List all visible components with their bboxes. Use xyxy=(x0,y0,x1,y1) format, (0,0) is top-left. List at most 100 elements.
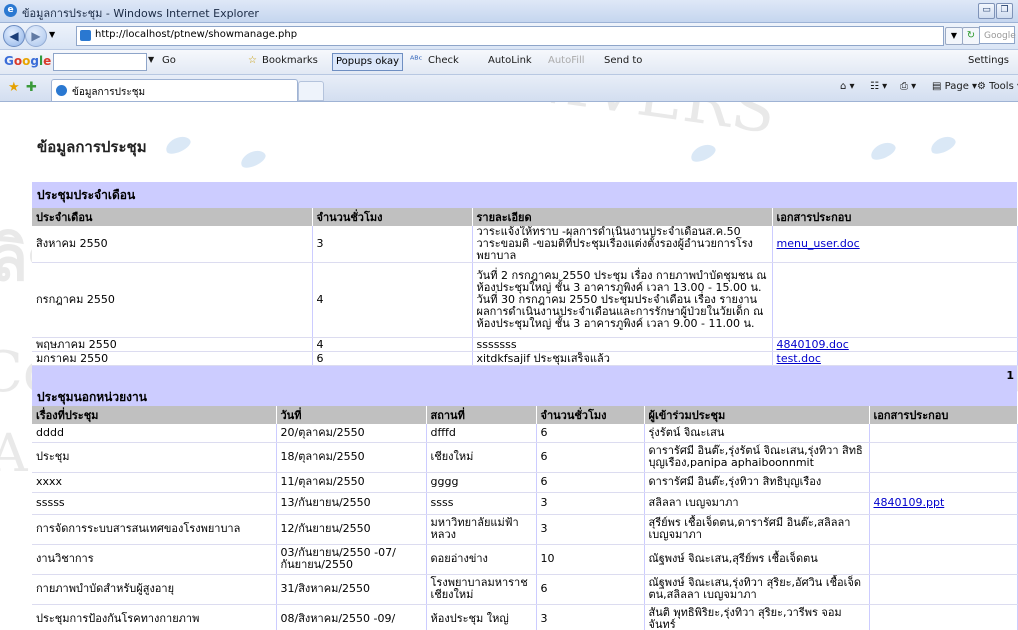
watermark-drop xyxy=(868,139,898,163)
place-cell: ดอยอ่างข่าง xyxy=(426,544,537,575)
column-header: เอกสารประกอบ xyxy=(772,208,1018,226)
attendees-cell: รุ่งรัตน์ จิณะเสน xyxy=(644,424,870,443)
google-search-dropdown-icon[interactable]: ▼ xyxy=(148,55,154,64)
document-cell: test.doc xyxy=(772,351,1018,366)
column-header: เอกสารประกอบ xyxy=(869,406,1018,424)
check-button[interactable]: Check xyxy=(428,55,459,66)
date-cell: 18/ตุลาคม/2550 xyxy=(276,442,427,473)
search-input[interactable]: Google xyxy=(979,26,1016,44)
new-tab-button[interactable] xyxy=(298,81,324,101)
autofill-button[interactable]: AutoFill xyxy=(548,55,585,66)
document-link[interactable]: menu_user.doc xyxy=(777,237,860,250)
document-cell: 4840109.ppt xyxy=(869,492,1018,515)
home-icon[interactable]: ⌂ ▾ xyxy=(840,81,855,92)
watermark-arc: MAI UNIVERS xyxy=(297,102,780,149)
forward-button[interactable]: ▶ xyxy=(25,25,47,47)
watermark-drop xyxy=(238,147,268,171)
feeds-icon[interactable]: ☷ ▾ xyxy=(870,81,887,92)
hours-cell: 4 xyxy=(312,262,473,338)
topic-cell: งานวิชาการ xyxy=(32,544,277,575)
document-cell xyxy=(869,574,1018,605)
attendees-cell: ดารารัศมี อินต๊ะ,รุ่งทิวา สิทธิบุญเรือง xyxy=(644,472,870,493)
tools-menu[interactable]: ⚙ Tools ▾ xyxy=(977,81,1018,92)
detail-cell: วันที่ 2 กรกฎาคม 2550 ประชุม เรื่อง กายภ… xyxy=(472,262,773,338)
attendees-cell: ณัฐพงษ์ จิณะเสน,รุ่งทิวา สุริยะ,อัศวิน เ… xyxy=(644,574,870,605)
topic-cell: sssss xyxy=(32,492,277,515)
refresh-icon[interactable]: ↻ xyxy=(962,27,980,45)
page-menu[interactable]: ▤ Page ▾ xyxy=(932,81,977,92)
google-toolbar: Google ▼ Go ☆ Bookmarks Popups okay ᴬᴮᶜ … xyxy=(0,50,1018,75)
document-cell: 4840109.doc xyxy=(772,337,1018,352)
bookmarks-button[interactable]: Bookmarks xyxy=(262,55,318,66)
detail-cell: sssssss xyxy=(472,337,773,352)
add-favorites-icon[interactable]: ✚ xyxy=(26,80,37,95)
settings-button[interactable]: Settings xyxy=(968,55,1009,66)
watermark-drop xyxy=(688,141,718,165)
popups-okay-button[interactable]: Popups okay xyxy=(332,53,403,71)
month-cell: มกราคม 2550 xyxy=(32,351,313,366)
place-cell: โรงพยาบาลมหาราชเชียงใหม่ xyxy=(426,574,537,605)
history-dropdown-icon[interactable]: ▼ xyxy=(49,30,55,39)
favorites-star-icon[interactable]: ★ xyxy=(8,80,20,95)
address-dropdown-icon[interactable]: ▼ xyxy=(945,27,963,45)
detail-cell: xitdkfsajif ประชุมเสร็จแล้ว xyxy=(472,351,773,366)
topic-cell: xxxx xyxy=(32,472,277,493)
topic-cell: กายภาพบำบัดสำหรับผู้สูงอายุ xyxy=(32,574,277,605)
address-url: http://localhost/ptnew/showmanage.php xyxy=(95,29,298,40)
monthly-meetings-table: ประจำเดือน จำนวนชั่วโมง รายละเอียด เอกสา… xyxy=(32,208,1018,366)
hours-cell: 4 xyxy=(312,337,473,352)
google-logo: Google xyxy=(4,54,52,68)
document-cell xyxy=(772,262,1018,338)
date-cell: 20/ตุลาคม/2550 xyxy=(276,424,427,443)
attendees-cell: สุรีย์พร เชื้อเจ็ดตน,ดารารัศมี อินต๊ะ,สล… xyxy=(644,514,870,545)
column-header: สถานที่ xyxy=(426,406,537,424)
topic-cell: ประชุมการป้องกันโรคทางกายภาพ xyxy=(32,604,277,630)
date-cell: 31/สิงหาคม/2550 xyxy=(276,574,427,605)
hours-cell: 6 xyxy=(536,442,645,473)
hours-cell: 10 xyxy=(536,544,645,575)
hours-cell: 3 xyxy=(536,492,645,515)
maximize-button[interactable]: ❐ xyxy=(996,3,1013,19)
external-meetings-panel: ประชุมนอกหน่วยงาน เรื่องที่ประชุม วันที่… xyxy=(32,384,1018,630)
date-cell: 08/สิงหาคม/2550 -09/ xyxy=(276,604,427,630)
attendees-cell: ณัฐพงษ์ จิณะเสน,สุรีย์พร เชื้อเจ็ดตน xyxy=(644,544,870,575)
table-row: dddd 20/ตุลาคม/2550 dfffd 6 รุ่งรัตน์ จิ… xyxy=(32,424,1018,443)
document-cell xyxy=(869,544,1018,575)
topic-cell: การจัดการระบบสารสนเทศของโรงพยาบาล xyxy=(32,514,277,545)
place-cell: gggg xyxy=(426,472,537,493)
month-cell: สิงหาคม 2550 xyxy=(32,226,313,263)
address-bar[interactable]: http://localhost/ptnew/showmanage.php xyxy=(76,26,944,46)
monthly-meetings-heading: ประชุมประจำเดือน xyxy=(37,188,136,202)
google-search-box[interactable] xyxy=(53,53,147,71)
tab-bar: ★ ✚ ข้อมูลการประชุม ⌂ ▾ ☷ ▾ ⎙ ▾ ▤ Page ▾… xyxy=(0,75,1018,102)
table-row: xxxx 11/ตุลาคม/2550 gggg 6 ดารารัศมี อิน… xyxy=(32,472,1018,493)
tab-active[interactable]: ข้อมูลการประชุม xyxy=(51,79,298,101)
table-row: สิงหาคม 2550 3 วาระแจ้งให้ทราบ -ผลการดำเ… xyxy=(32,226,1018,263)
sendto-button[interactable]: Send to xyxy=(604,55,642,66)
document-link[interactable]: 4840109.doc xyxy=(777,338,849,351)
back-button[interactable]: ◀ xyxy=(3,25,25,47)
attendees-cell: สันติ พุทธิพิริยะ,รุ่งทิวา สุริยะ,วารีพร… xyxy=(644,604,870,630)
hours-cell: 6 xyxy=(312,351,473,366)
page-title: ข้อมูลการประชุม xyxy=(37,138,147,156)
page-number-link[interactable]: 1 xyxy=(1006,369,1014,382)
page-content: MAI UNIVERS ลิขสิทธิ์มหาวิทยาลัยเชียงใหม… xyxy=(0,102,1018,630)
autolink-button[interactable]: AutoLink xyxy=(488,55,532,66)
month-cell: กรกฎาคม 2550 xyxy=(32,262,313,338)
watermark-drop xyxy=(163,133,193,157)
table-row: พฤษภาคม 2550 4 sssssss 4840109.doc xyxy=(32,337,1018,352)
date-cell: 03/กันยายน/2550 -07/กันยายน/2550 xyxy=(276,544,427,575)
document-link[interactable]: test.doc xyxy=(777,352,821,365)
print-icon[interactable]: ⎙ ▾ xyxy=(900,81,916,92)
document-link[interactable]: 4840109.ppt xyxy=(874,496,945,509)
google-go-button[interactable]: Go xyxy=(162,55,176,66)
watermark-drop xyxy=(928,133,958,157)
topic-cell: ประชุม xyxy=(32,442,277,473)
column-header: ประจำเดือน xyxy=(32,208,313,226)
place-cell: มหาวิทยาลัยแม่ฟ้าหลวง xyxy=(426,514,537,545)
table-row: ประชุมการป้องกันโรคทางกายภาพ 08/สิงหาคม/… xyxy=(32,604,1018,630)
detail-cell: วาระแจ้งให้ทราบ -ผลการดำเนินงานประจำเดือ… xyxy=(472,226,773,263)
minimize-button[interactable]: ▭ xyxy=(978,3,995,19)
column-header: จำนวนชั่วโมง xyxy=(312,208,473,226)
window-titlebar: e ข้อมูลการประชุม - Windows Internet Exp… xyxy=(0,0,1018,23)
